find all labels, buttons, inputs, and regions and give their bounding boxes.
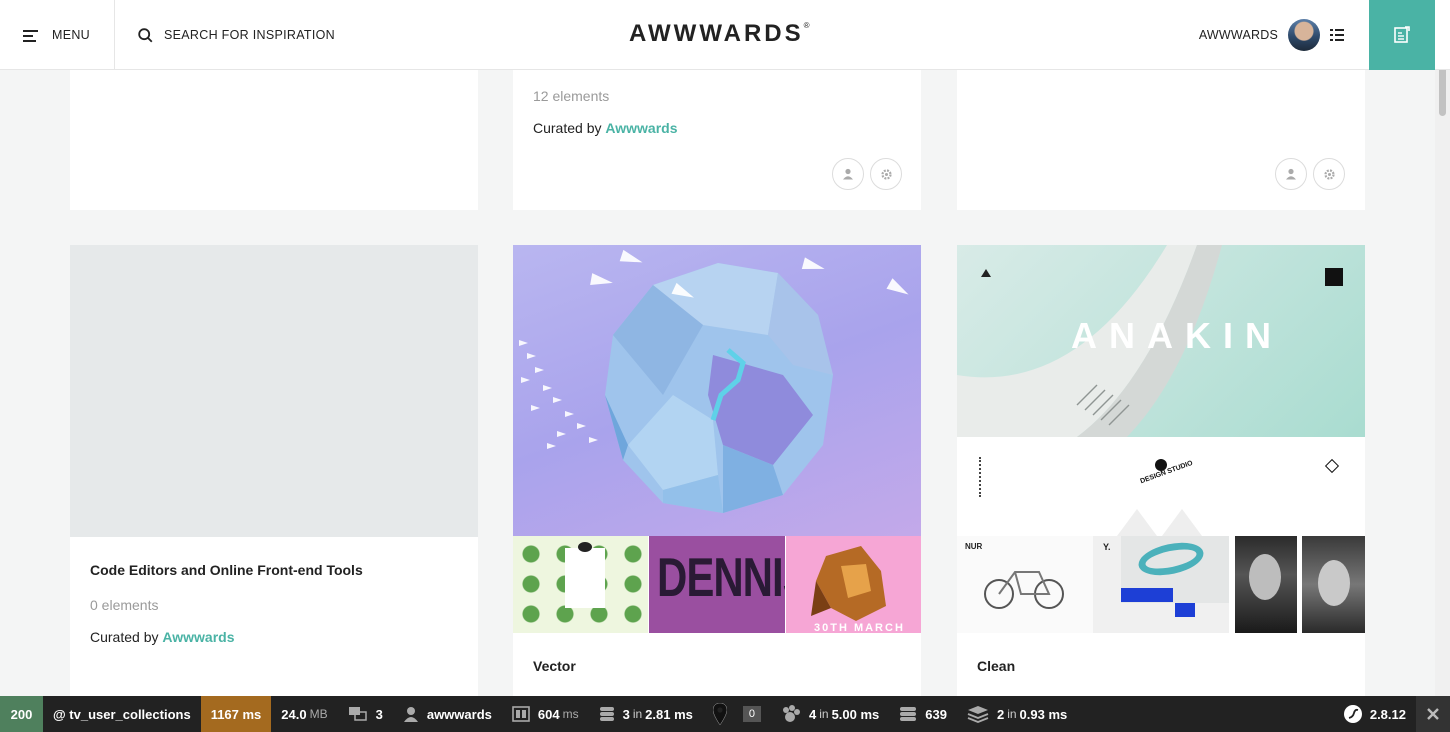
hamburger-icon bbox=[23, 29, 38, 42]
curated-by: Curated by Awwwards bbox=[90, 629, 235, 645]
paw-icon bbox=[782, 705, 800, 722]
symfony-version[interactable]: 2.8.12 bbox=[1334, 696, 1416, 732]
translation-icon bbox=[348, 707, 367, 721]
user-menu[interactable]: AWWWARDS bbox=[1199, 0, 1344, 70]
empty-thumbnail bbox=[70, 245, 478, 537]
close-toolbar-button[interactable] bbox=[1416, 696, 1450, 732]
request-time[interactable]: 1167 ms bbox=[200, 696, 272, 732]
user-icon bbox=[843, 168, 853, 180]
timer-icon bbox=[512, 706, 530, 722]
scrollbar-thumb[interactable] bbox=[1439, 64, 1446, 116]
user-icon bbox=[403, 707, 418, 722]
server-icon bbox=[900, 707, 917, 721]
username: AWWWARDS bbox=[1198, 28, 1278, 42]
memory-usage[interactable]: 24.0 MB bbox=[271, 696, 337, 732]
site-header: MENU SEARCH FOR INSPIRATION AWWWARDS® AW… bbox=[0, 0, 1450, 70]
translations-panel[interactable]: 3 bbox=[338, 696, 393, 732]
design-studio-thumbnail: DESIGN STUDIO bbox=[957, 437, 1365, 536]
database-panel[interactable]: 3 in 2.81 ms bbox=[589, 696, 703, 732]
collection-card-top-right[interactable] bbox=[957, 70, 1365, 210]
submit-site-button[interactable] bbox=[1369, 0, 1435, 70]
logs-panel[interactable]: 4 in 5.00 ms bbox=[771, 696, 889, 732]
curator-link[interactable]: Awwwards bbox=[162, 629, 234, 645]
events-badge: 0 bbox=[742, 706, 761, 722]
database-icon bbox=[599, 707, 614, 721]
layers-icon bbox=[967, 706, 989, 723]
events-panel[interactable]: 0 bbox=[703, 696, 771, 732]
close-icon bbox=[1427, 708, 1439, 720]
search-trigger[interactable]: SEARCH FOR INSPIRATION bbox=[138, 0, 335, 70]
collection-card-vector[interactable]: DENNIS 30TH MARCH Vector bbox=[513, 245, 921, 705]
user-panel[interactable]: awwwards bbox=[393, 696, 502, 732]
collection-card-code-editors[interactable]: Code Editors and Online Front-end Tools … bbox=[70, 245, 478, 705]
location-pin-icon bbox=[712, 703, 727, 725]
collection-card-top-left[interactable] bbox=[70, 70, 478, 210]
debug-toolbar: 200 @ tv_user_collections 1167 ms 24.0 MB… bbox=[0, 696, 1450, 732]
render-time-panel[interactable]: 604 ms bbox=[502, 696, 589, 732]
leaf-pattern-thumbnail bbox=[513, 536, 648, 633]
route-name[interactable]: @ tv_user_collections bbox=[43, 696, 201, 732]
menu-button[interactable]: MENU bbox=[0, 0, 115, 70]
site-logo[interactable]: AWWWARDS® bbox=[629, 20, 810, 48]
anakin-architecture-thumbnail: ANAKIN bbox=[957, 245, 1365, 437]
collection-title[interactable]: Code Editors and Online Front-end Tools bbox=[90, 562, 363, 578]
status-code[interactable]: 200 bbox=[0, 696, 43, 732]
bicycle-site-thumbnail: NUR bbox=[957, 536, 1093, 633]
symfony-logo-icon bbox=[1343, 705, 1362, 723]
portrait-woman-thumbnail bbox=[1235, 536, 1297, 633]
globe-illustration-thumbnail bbox=[513, 245, 921, 536]
gear-icon bbox=[1323, 168, 1335, 180]
settings-button[interactable] bbox=[870, 158, 902, 190]
user-icon bbox=[1286, 168, 1296, 180]
search-icon bbox=[138, 27, 153, 42]
dennis-poster-thumbnail: DENNIS bbox=[649, 536, 785, 633]
page-scrollbar[interactable] bbox=[1435, 64, 1450, 696]
list-icon[interactable] bbox=[1330, 29, 1344, 41]
curated-by: Curated by Awwwards bbox=[533, 120, 678, 136]
portrait-man-thumbnail bbox=[1302, 536, 1365, 633]
follow-button[interactable] bbox=[1275, 158, 1307, 190]
lowpoly-globe-image bbox=[605, 263, 833, 513]
collection-card-clean[interactable]: ANAKIN DESIGN STUDIO NUR Y. Clean bbox=[957, 245, 1365, 705]
origami-lion-thumbnail: 30TH MARCH bbox=[786, 536, 921, 633]
follow-button[interactable] bbox=[832, 158, 864, 190]
collection-title[interactable]: Vector bbox=[533, 658, 576, 674]
element-count: 12 elements bbox=[533, 88, 610, 104]
element-count: 0 elements bbox=[90, 597, 159, 613]
collection-card-top-middle[interactable]: 12 elements Curated by Awwwards bbox=[513, 70, 921, 210]
avatar[interactable] bbox=[1288, 19, 1320, 51]
document-upload-icon bbox=[1394, 26, 1410, 43]
twig-panel[interactable]: 2 in 0.93 ms bbox=[957, 696, 1077, 732]
wristband-product-thumbnail: Y. bbox=[1093, 536, 1229, 633]
search-label: SEARCH FOR INSPIRATION bbox=[164, 28, 335, 42]
menu-label: MENU bbox=[52, 28, 91, 42]
cache-panel[interactable]: 639 bbox=[889, 696, 957, 732]
settings-button[interactable] bbox=[1313, 158, 1345, 190]
collection-title[interactable]: Clean bbox=[977, 658, 1015, 674]
curator-link[interactable]: Awwwards bbox=[605, 120, 677, 136]
gear-icon bbox=[880, 168, 892, 180]
